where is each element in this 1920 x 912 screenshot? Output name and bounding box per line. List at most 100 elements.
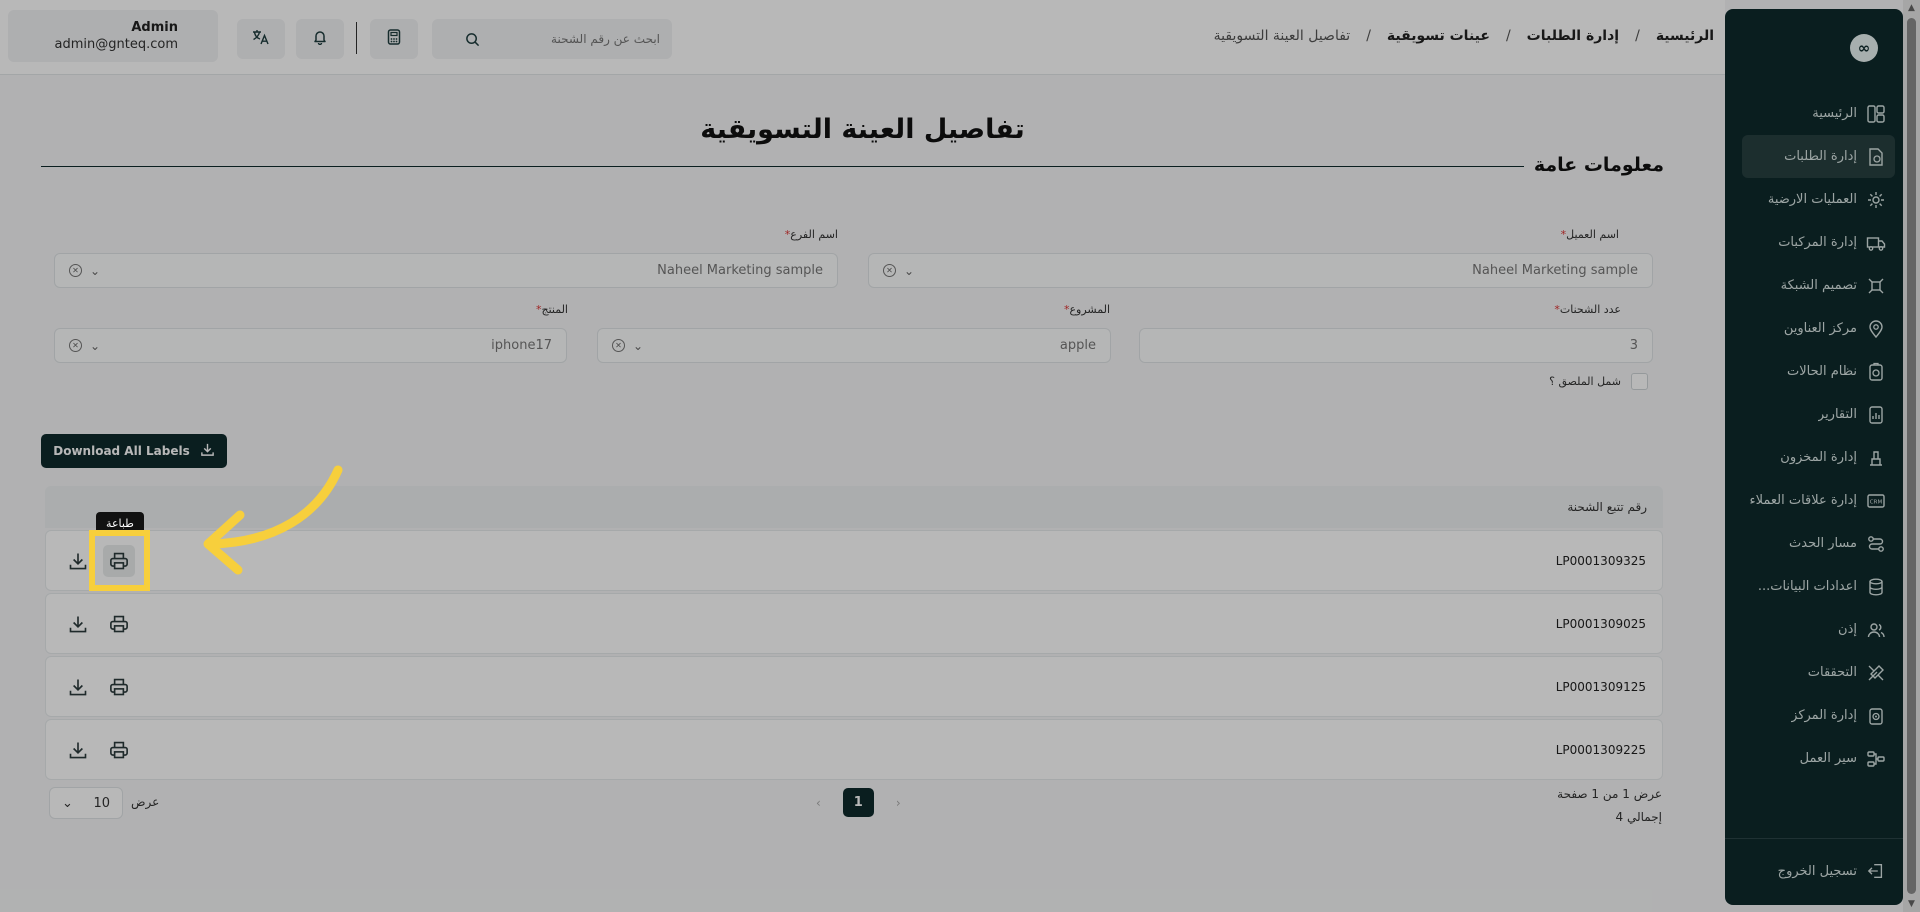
crm-icon: CRM <box>1865 490 1887 512</box>
scrollbar-thumb[interactable] <box>1907 18 1916 894</box>
sidebar-item-orders[interactable]: إدارة الطلبات <box>1742 135 1895 178</box>
page-scrollbar[interactable]: ▲ ▼ <box>1903 0 1920 912</box>
sidebar-item-vehicles[interactable]: إدارة المركبات <box>1725 221 1903 264</box>
shipments-count-input[interactable]: 3 <box>1139 328 1653 363</box>
sidebar-item-label: العمليات الارضية <box>1767 192 1857 207</box>
per-page-label: عرض <box>131 795 160 809</box>
download-label-button[interactable] <box>62 608 94 640</box>
print-label-button[interactable] <box>103 608 135 640</box>
status-icon <box>1865 361 1887 383</box>
product-value: iphone17 <box>491 338 552 353</box>
clear-icon[interactable]: ✕ <box>883 264 896 277</box>
download-label-button[interactable] <box>62 671 94 703</box>
logout-icon <box>1865 860 1887 882</box>
clear-icon[interactable]: ✕ <box>612 339 625 352</box>
section-title: معلومات عامة <box>1533 154 1664 176</box>
sidebar-item-label: مركز العناوين <box>1783 321 1857 336</box>
dashboard-icon <box>1865 103 1887 125</box>
sidebar-item-network[interactable]: تصميم الشبكة <box>1725 264 1903 307</box>
breadcrumb-separator: / <box>1505 28 1511 44</box>
breadcrumb-current: تفاصيل العينة التسويقية <box>1213 28 1351 44</box>
download-icon <box>200 442 215 460</box>
sidebar-item-validations[interactable]: التحققات <box>1725 651 1903 694</box>
per-page-select[interactable]: ⌄ 10 <box>49 787 123 819</box>
tracking-number-column: رقم تتبع الشحنة <box>1567 500 1647 514</box>
chevron-down-icon[interactable]: ⌄ <box>904 264 914 278</box>
chevron-down-icon[interactable]: ⌄ <box>90 264 100 278</box>
network-icon <box>1865 275 1887 297</box>
tracking-number: LP0001309125 <box>1555 679 1646 694</box>
include-label-checkbox[interactable] <box>1631 373 1648 390</box>
page-button-current[interactable]: 1 <box>842 788 874 817</box>
page-count-text: عرض 1 من 1 صفحة <box>1557 787 1662 801</box>
tools-icon <box>1865 662 1887 684</box>
scroll-up-icon[interactable]: ▲ <box>1903 0 1920 16</box>
sidebar-item-inventory[interactable]: إدارة المخزون <box>1725 436 1903 479</box>
clear-icon[interactable]: ✕ <box>69 339 82 352</box>
customer-name-select[interactable]: Naheel Marketing sample ✕ ⌄ <box>868 253 1653 288</box>
bell-icon <box>312 29 328 49</box>
orders-icon <box>1865 146 1887 168</box>
branch-name-select[interactable]: Naheel Marketing sample ✕ ⌄ <box>54 253 838 288</box>
language-button[interactable] <box>237 19 285 59</box>
center-icon <box>1865 705 1887 727</box>
chevron-left-icon[interactable]: ‹ <box>816 796 821 810</box>
workflow-icon <box>1865 748 1887 770</box>
chevron-down-icon[interactable]: ⌄ <box>633 339 643 353</box>
include-label-option: شمل الملصق ؟ <box>1549 373 1648 390</box>
branch-name-value: Naheel Marketing sample <box>657 263 823 278</box>
sidebar-nav: الرئيسية إدارة الطلبات العمليات الارضية … <box>1725 92 1903 780</box>
sidebar-item-reports[interactable]: التقارير <box>1725 393 1903 436</box>
sidebar-item-label: مسار الحدث <box>1789 536 1857 551</box>
clear-icon[interactable]: ✕ <box>69 264 82 277</box>
project-select[interactable]: apple ✕ ⌄ <box>597 328 1111 363</box>
sidebar-item-crm[interactable]: CRM إدارة علاقات العملاء <box>1725 479 1903 522</box>
top-header: الرئيسية / إدارة الطلبات / عينات تسويقية… <box>0 0 1725 75</box>
gear-icon <box>1865 189 1887 211</box>
scroll-down-icon[interactable]: ▼ <box>1903 896 1920 912</box>
sidebar-item-label: إدارة علاقات العملاء <box>1749 493 1857 508</box>
tracking-number: LP0001309025 <box>1555 616 1646 631</box>
shipment-search[interactable] <box>432 19 672 59</box>
breadcrumb-marketing-samples[interactable]: عينات تسويقية <box>1387 28 1490 44</box>
tracking-number: LP0001309325 <box>1555 553 1646 568</box>
truck-icon <box>1865 232 1887 254</box>
notifications-button[interactable] <box>296 19 344 59</box>
sidebar-item-addresses[interactable]: مركز العناوين <box>1725 307 1903 350</box>
breadcrumb-orders[interactable]: إدارة الطلبات <box>1527 28 1619 44</box>
map-pin-icon <box>1865 318 1887 340</box>
download-label-button[interactable] <box>62 734 94 766</box>
print-label-button[interactable] <box>103 734 135 766</box>
sidebar-item-label: الرئيسية <box>1812 106 1857 121</box>
print-label-button[interactable] <box>103 671 135 703</box>
pointer-arrow-icon <box>203 465 343 575</box>
sidebar-item-data-settings[interactable]: اعدادات البيانات... <box>1725 565 1903 608</box>
sidebar-item-label: سير العمل <box>1799 751 1857 766</box>
shipment-search-input[interactable] <box>480 32 660 46</box>
calculator-button[interactable] <box>370 19 418 59</box>
sidebar-item-event-path[interactable]: مسار الحدث <box>1725 522 1903 565</box>
highlight-box <box>89 530 150 591</box>
logout-button[interactable]: تسجيل الخروج <box>1725 855 1903 887</box>
project-value: apple <box>1059 338 1096 353</box>
pagination: ‹ 1 › <box>816 788 901 817</box>
sidebar-item-workflow[interactable]: سير العمل <box>1725 737 1903 780</box>
sidebar-item-label: اعدادات البيانات... <box>1757 579 1857 594</box>
database-icon <box>1865 576 1887 598</box>
sidebar-item-label: إدارة المركبات <box>1778 235 1857 250</box>
breadcrumb-home[interactable]: الرئيسية <box>1656 28 1714 44</box>
include-label-text: شمل الملصق ؟ <box>1549 375 1621 388</box>
sidebar-item-permissions[interactable]: إذن <box>1725 608 1903 651</box>
sidebar-item-home[interactable]: الرئيسية <box>1725 92 1903 135</box>
product-select[interactable]: iphone17 ✕ ⌄ <box>54 328 567 363</box>
sidebar-item-center[interactable]: إدارة المركز <box>1725 694 1903 737</box>
sidebar-item-status-system[interactable]: نظام الحالات <box>1725 350 1903 393</box>
user-menu[interactable]: Admin admin@gnteq.com <box>8 10 218 62</box>
sidebar-item-ground-ops[interactable]: العمليات الارضية <box>1725 178 1903 221</box>
sidebar-item-label: إدارة المخزون <box>1780 450 1857 465</box>
per-page-value: 10 <box>93 795 110 811</box>
chevron-down-icon[interactable]: ⌄ <box>90 339 100 353</box>
chevron-right-icon[interactable]: › <box>896 796 901 810</box>
logo-icon[interactable]: ∞ <box>1850 34 1878 62</box>
customer-name-label: اسم العميل* <box>1560 228 1619 241</box>
